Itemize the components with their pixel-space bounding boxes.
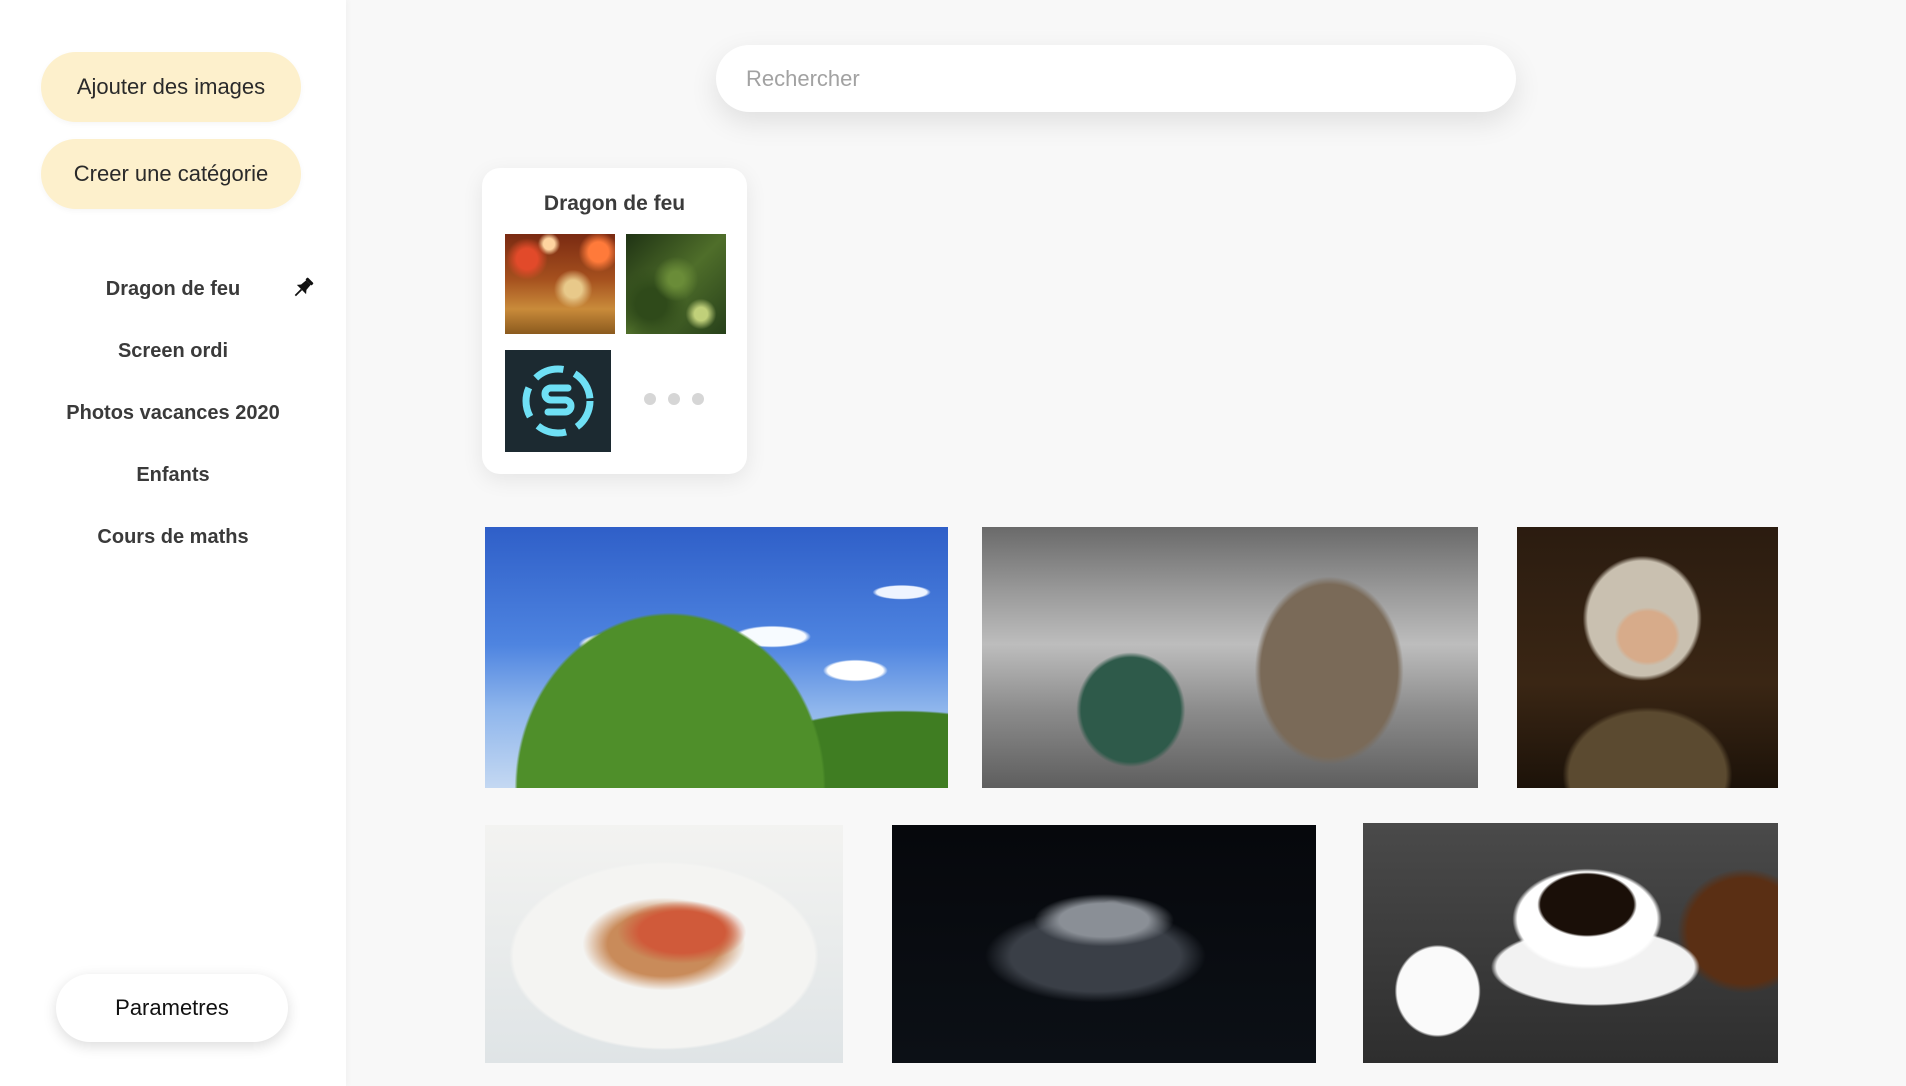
- category-item-enfants[interactable]: Enfants: [0, 444, 346, 506]
- category-label: Dragon de feu: [105, 277, 241, 300]
- sidebar: Ajouter des images Creer une catégorie D…: [0, 0, 346, 1086]
- add-images-button[interactable]: Ajouter des images: [41, 52, 301, 122]
- category-item-photos-vacances-2020[interactable]: Photos vacances 2020: [0, 382, 346, 444]
- salad-plate-photo[interactable]: [485, 825, 843, 1063]
- create-category-button[interactable]: Creer une catégorie: [41, 139, 301, 209]
- category-label: Screen ordi: [117, 339, 229, 362]
- category-label: Enfants: [136, 463, 210, 486]
- app-root: Ajouter des images Creer une catégorie D…: [0, 0, 1906, 1086]
- category-item-screen-ordi[interactable]: Screen ordi: [0, 320, 346, 382]
- category-label: Cours de maths: [97, 525, 249, 548]
- search-input[interactable]: [716, 45, 1516, 112]
- pin-icon[interactable]: [290, 275, 316, 301]
- portrait-painting-photo[interactable]: [1517, 527, 1778, 788]
- category-item-cours-de-maths[interactable]: Cours de maths: [0, 506, 346, 568]
- spaceship-photo[interactable]: [892, 825, 1316, 1063]
- category-list: Dragon de feu Screen ordi Photos vacance…: [0, 258, 346, 568]
- golden-ornaments-thumbnail: [505, 234, 615, 334]
- bliss-hill-photo[interactable]: [485, 527, 948, 788]
- category-item-dragon-de-feu[interactable]: Dragon de feu: [0, 258, 346, 320]
- more-dots-icon: [644, 393, 704, 405]
- category-card[interactable]: Dragon de feu: [482, 168, 747, 474]
- coffee-cup-photo[interactable]: [1363, 823, 1778, 1063]
- blue-ring-logo-icon: [522, 365, 594, 437]
- settings-button[interactable]: Parametres: [56, 974, 288, 1042]
- green-foliage-thumbnail: [626, 234, 726, 334]
- category-label: Photos vacances 2020: [66, 401, 280, 424]
- category-card-title: Dragon de feu: [543, 192, 686, 215]
- elephant-woman-photo[interactable]: [982, 527, 1478, 788]
- blue-ring-logo-thumbnail: [505, 350, 611, 452]
